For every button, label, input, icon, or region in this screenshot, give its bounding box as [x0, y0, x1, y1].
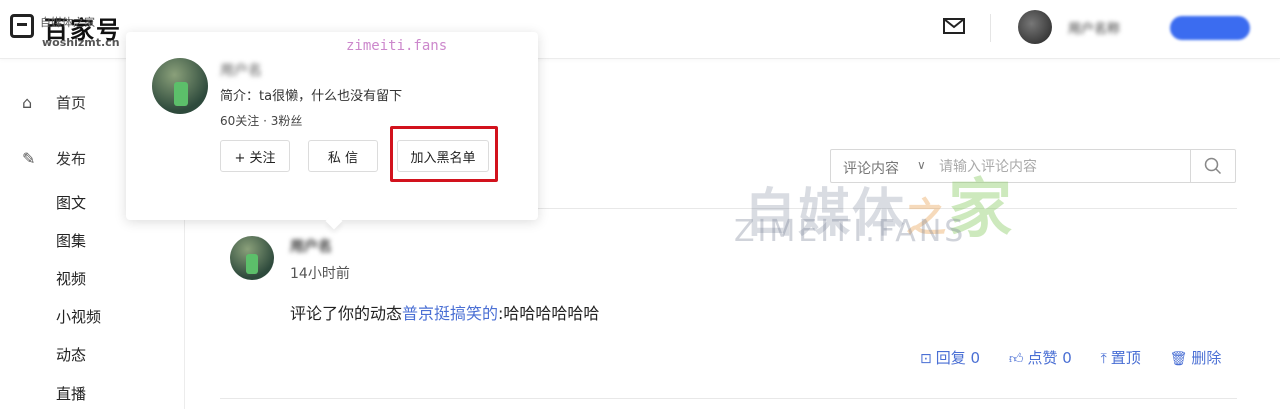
logo-watermark-url: woshizmt.cn — [42, 36, 120, 49]
reply-button[interactable]: ⊡ 回复 0 — [920, 349, 980, 367]
pin-button[interactable]: ⤒ 置顶 — [1101, 349, 1141, 367]
divider — [220, 398, 1237, 399]
sidebar-item-live[interactable]: 直播 — [56, 383, 86, 404]
comment-time: 14小时前 — [290, 266, 350, 282]
logo-watermark-text: 自媒体之家 — [40, 16, 95, 29]
home-icon: ⌂ — [22, 93, 33, 112]
sidebar-item-article[interactable]: 图文 — [56, 192, 86, 213]
comment-actions: ⊡ 回复 0 👍︎ 点赞 0 ⤒ 置顶 🗑︎ 删除 — [920, 347, 1221, 368]
sidebar-item-gallery[interactable]: 图集 — [56, 230, 86, 251]
delete-label: 删除 — [1191, 349, 1222, 367]
sidebar-item-video[interactable]: 视频 — [56, 268, 86, 289]
watermark-url: ZIMEITI.FANS — [734, 214, 967, 249]
delete-button[interactable]: 🗑︎ 删除 — [1170, 349, 1222, 367]
user-name[interactable]: 用户名称 — [1068, 18, 1120, 37]
popover-intro: 简介：ta很懒，什么也没有留下 — [220, 89, 403, 104]
comment-author-name[interactable]: 用户名 — [290, 236, 332, 256]
pin-top-icon: ⤒ — [1100, 351, 1107, 367]
user-badge[interactable] — [1170, 16, 1250, 40]
comment-text: 评论了你的动态普京挺搞笑的:哈哈哈哈哈哈 — [290, 300, 599, 324]
logo-mark-icon — [10, 14, 34, 38]
highlight-box — [390, 126, 498, 182]
mail-icon[interactable] — [942, 14, 966, 38]
popover-stats: 60关注 · 3粉丝 — [220, 114, 303, 128]
sidebar-item-label: 发布 — [56, 150, 87, 168]
comment-icon: ⊡ — [920, 351, 932, 367]
thumbs-up-icon: 👍︎ — [1008, 351, 1024, 367]
message-button[interactable]: 私 信 — [308, 140, 378, 172]
comment-content: :哈哈哈哈哈哈 — [498, 304, 600, 323]
sidebar-item-short-video[interactable]: 小视频 — [56, 306, 101, 327]
search-button[interactable] — [1190, 150, 1235, 182]
comment-author-avatar[interactable] — [230, 236, 274, 280]
reply-label: 回复 0 — [935, 349, 981, 367]
header-divider — [990, 14, 991, 42]
sidebar-item-home[interactable]: ⌂ 首页 — [22, 92, 86, 113]
pin-label: 置顶 — [1110, 349, 1141, 367]
user-avatar[interactable] — [1018, 10, 1052, 44]
sidebar-item-label: 首页 — [56, 94, 87, 112]
post-link[interactable]: 普京挺搞笑的 — [402, 304, 498, 323]
sidebar-item-publish[interactable]: ✎ 发布 — [22, 148, 86, 169]
sidebar-item-moments[interactable]: 动态 — [56, 344, 86, 365]
comment-text-prefix: 评论了你的动态 — [290, 304, 403, 323]
follow-button[interactable]: + 关注 — [220, 140, 290, 172]
search-icon — [1204, 157, 1222, 175]
popover-user-name[interactable]: 用户名 — [220, 60, 262, 80]
popover-avatar[interactable] — [152, 58, 208, 114]
watermark-top: zimeiti.fans — [346, 38, 448, 54]
like-label: 点赞 0 — [1027, 349, 1072, 367]
like-button[interactable]: 👍︎ 点赞 0 — [1009, 349, 1072, 367]
trash-icon: 🗑︎ — [1169, 351, 1188, 367]
edit-icon: ✎ — [22, 149, 36, 168]
user-card-popover: 用户名 简介：ta很懒，什么也没有留下 60关注 · 3粉丝 + 关注 私 信 … — [126, 32, 538, 220]
